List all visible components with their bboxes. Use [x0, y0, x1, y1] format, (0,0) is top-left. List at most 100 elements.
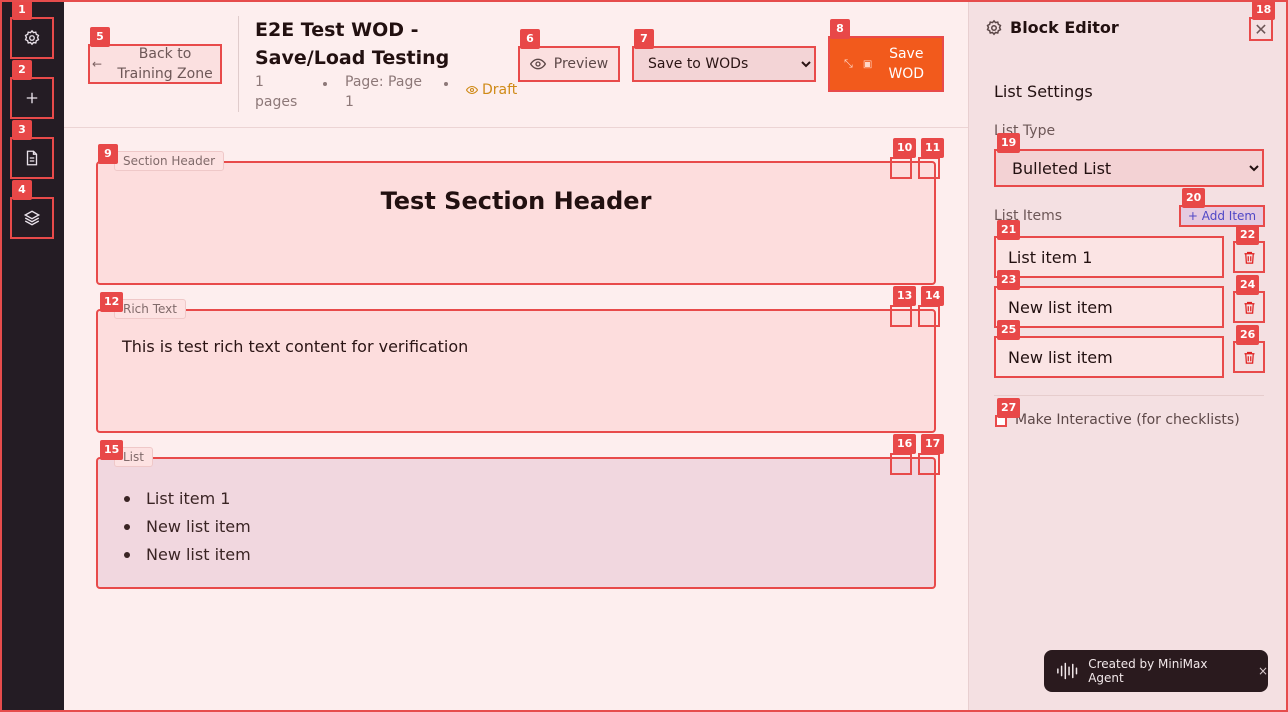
arrow-left-icon: ← [92, 57, 103, 71]
preview-label: Preview [553, 56, 609, 72]
badge: 25 [997, 320, 1021, 340]
badge: 15 [100, 440, 124, 460]
badge: 19 [997, 133, 1021, 153]
badge: 26 [1236, 325, 1260, 345]
badge: 10 [893, 138, 917, 158]
header-divider [238, 16, 239, 112]
save-target-select[interactable]: Save to WODs [632, 46, 816, 82]
gear-icon [24, 29, 40, 46]
document-icon [26, 150, 38, 166]
meta-separator [444, 82, 448, 86]
delete-block-button[interactable] [918, 453, 940, 475]
block-editor-panel: Block Editor ✕ List Settings List Type B… [968, 0, 1288, 712]
preview-button[interactable]: Preview [518, 46, 620, 82]
trash-icon [1244, 251, 1254, 264]
block-type-tag: Section Header [114, 151, 225, 171]
badge: 4 [12, 180, 32, 200]
list-item-text: List item 1 [146, 489, 231, 508]
section-header-block[interactable]: Section Header Test Section Header [96, 151, 940, 285]
badge: 16 [893, 434, 917, 454]
trash-icon [1244, 351, 1254, 364]
make-interactive-label: Make Interactive (for checklists) [1015, 412, 1240, 428]
badge: 5 [90, 27, 110, 47]
badge: 17 [921, 434, 945, 454]
move-block-button[interactable] [890, 305, 912, 327]
close-icon: ✕ [1254, 19, 1268, 39]
badge: 14 [921, 286, 945, 306]
badge: 13 [893, 286, 917, 306]
floppy-disk-icon: ▣ [862, 58, 873, 70]
list-item-text: New list item [146, 545, 251, 564]
bullet-icon [124, 524, 130, 530]
left-rail [0, 0, 64, 712]
bullet-icon [124, 552, 130, 558]
pages-rail-button[interactable] [10, 137, 54, 179]
badge: 18 [1252, 0, 1276, 20]
layers-icon [23, 210, 41, 226]
block-type-tag: Rich Text [114, 299, 186, 319]
panel-divider [994, 395, 1264, 396]
bullet-icon [124, 496, 130, 502]
add-item-label: + Add Item [1187, 209, 1257, 223]
rich-text-content: This is test rich text content for verif… [122, 337, 469, 356]
badge: 20 [1182, 188, 1206, 208]
page-count: 1 pages [255, 74, 298, 110]
trash-icon [1244, 301, 1254, 314]
panel-title: Block Editor [1010, 18, 1119, 37]
meta-separator [323, 82, 327, 86]
badge: 3 [12, 120, 32, 140]
badge: 2 [12, 60, 32, 80]
delete-item-button[interactable] [1233, 291, 1265, 323]
move-block-button[interactable] [890, 157, 912, 179]
add-rail-button[interactable] [10, 77, 54, 119]
layers-rail-button[interactable] [10, 197, 54, 239]
badge: 22 [1236, 225, 1260, 245]
expand-icon: ⤡ [844, 57, 853, 70]
created-by-toast: Created by MiniMax Agent × [1044, 650, 1268, 692]
badge: 27 [997, 398, 1021, 418]
status-badge: Draft [466, 82, 517, 98]
list-item: New list item [124, 513, 934, 541]
list-block[interactable]: List List item 1 New list item New list … [96, 447, 940, 589]
rich-text-block[interactable]: Rich Text This is test rich text content… [96, 299, 940, 433]
current-page: Page: Page 1 [345, 74, 422, 110]
badge: 8 [830, 19, 850, 39]
delete-block-button[interactable] [918, 305, 940, 327]
waveform-icon [1057, 662, 1078, 680]
list-item-input[interactable] [994, 286, 1224, 328]
close-icon[interactable]: × [1258, 664, 1268, 678]
badge: 7 [634, 29, 654, 49]
save-label: Save WOD [888, 46, 925, 82]
back-to-training-zone-button[interactable]: ← Back to Training Zone [88, 44, 222, 84]
list-item: List item 1 [124, 485, 934, 513]
bulleted-list: List item 1 New list item New list item [98, 459, 934, 569]
delete-item-button[interactable] [1233, 241, 1265, 273]
list-type-select[interactable]: Bulleted List [994, 149, 1264, 187]
delete-item-button[interactable] [1233, 341, 1265, 373]
list-item-input[interactable] [994, 236, 1224, 278]
badge: 12 [100, 292, 124, 312]
close-panel-button[interactable]: ✕ [1249, 17, 1273, 41]
gear-icon [986, 19, 1002, 36]
eye-icon [529, 58, 546, 70]
section-header-text: Test Section Header [380, 187, 652, 215]
badge: 21 [997, 220, 1021, 240]
settings-rail-button[interactable] [10, 17, 54, 59]
badge: 6 [520, 29, 540, 49]
badge: 11 [921, 138, 945, 158]
panel-header: Block Editor ✕ [969, 0, 1288, 56]
status-text: Draft [482, 82, 518, 98]
page-title: E2E Test WOD - Save/Load Testing [255, 19, 450, 69]
delete-block-button[interactable] [918, 157, 940, 179]
section-title: List Settings [994, 82, 1093, 101]
save-wod-button[interactable]: ⤡ ▣ Save WOD [828, 36, 944, 92]
toast-text: Created by MiniMax Agent [1088, 657, 1208, 685]
plus-icon [26, 92, 38, 104]
badge: 24 [1236, 275, 1260, 295]
eye-icon [466, 85, 478, 95]
move-block-button[interactable] [890, 453, 912, 475]
list-item-input[interactable] [994, 336, 1224, 378]
badge: 1 [12, 0, 32, 20]
page-canvas: Section Header Test Section Header Rich … [64, 129, 968, 712]
add-item-button[interactable]: + Add Item [1179, 205, 1265, 227]
